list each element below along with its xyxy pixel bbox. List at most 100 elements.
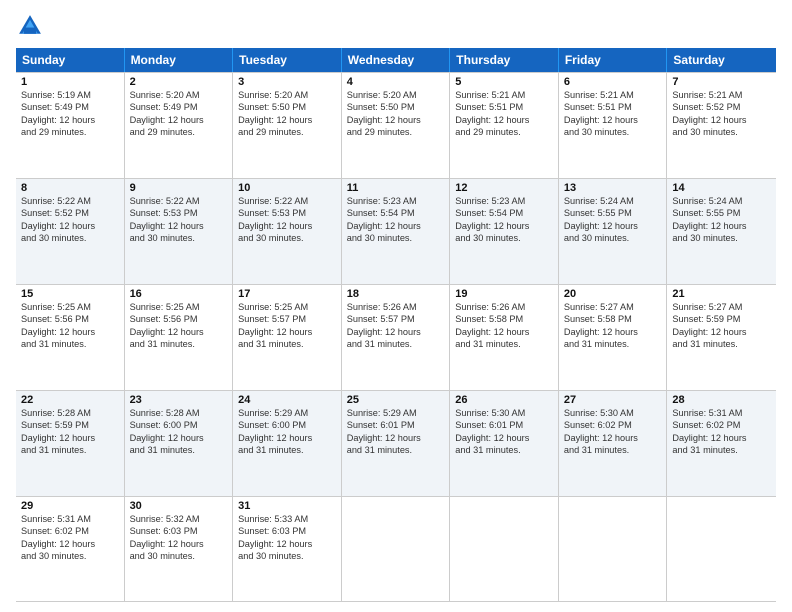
calendar-row-2: 8Sunrise: 5:22 AM Sunset: 5:52 PM Daylig…: [16, 178, 776, 284]
header: [16, 12, 776, 40]
day-cell-28: 28Sunrise: 5:31 AM Sunset: 6:02 PM Dayli…: [667, 391, 776, 496]
day-cell-16: 16Sunrise: 5:25 AM Sunset: 5:56 PM Dayli…: [125, 285, 234, 390]
day-cell-empty-4-4: [450, 497, 559, 601]
day-cell-30: 30Sunrise: 5:32 AM Sunset: 6:03 PM Dayli…: [125, 497, 234, 601]
day-number: 10: [238, 182, 336, 194]
weekday-header-friday: Friday: [559, 48, 668, 72]
day-info: Sunrise: 5:33 AM Sunset: 6:03 PM Dayligh…: [238, 513, 336, 563]
day-number: 24: [238, 394, 336, 406]
page: SundayMondayTuesdayWednesdayThursdayFrid…: [0, 0, 792, 612]
day-cell-5: 5Sunrise: 5:21 AM Sunset: 5:51 PM Daylig…: [450, 73, 559, 178]
day-number: 13: [564, 182, 662, 194]
day-number: 3: [238, 76, 336, 88]
day-info: Sunrise: 5:21 AM Sunset: 5:51 PM Dayligh…: [564, 89, 662, 139]
day-cell-empty-4-6: [667, 497, 776, 601]
day-cell-20: 20Sunrise: 5:27 AM Sunset: 5:58 PM Dayli…: [559, 285, 668, 390]
day-info: Sunrise: 5:31 AM Sunset: 6:02 PM Dayligh…: [672, 407, 771, 457]
day-number: 11: [347, 182, 445, 194]
day-cell-23: 23Sunrise: 5:28 AM Sunset: 6:00 PM Dayli…: [125, 391, 234, 496]
calendar: SundayMondayTuesdayWednesdayThursdayFrid…: [16, 48, 776, 602]
calendar-row-5: 29Sunrise: 5:31 AM Sunset: 6:02 PM Dayli…: [16, 496, 776, 602]
day-number: 4: [347, 76, 445, 88]
day-number: 22: [21, 394, 119, 406]
day-number: 21: [672, 288, 771, 300]
weekday-header-tuesday: Tuesday: [233, 48, 342, 72]
logo: [16, 12, 48, 40]
day-cell-24: 24Sunrise: 5:29 AM Sunset: 6:00 PM Dayli…: [233, 391, 342, 496]
calendar-row-3: 15Sunrise: 5:25 AM Sunset: 5:56 PM Dayli…: [16, 284, 776, 390]
day-cell-29: 29Sunrise: 5:31 AM Sunset: 6:02 PM Dayli…: [16, 497, 125, 601]
day-info: Sunrise: 5:30 AM Sunset: 6:02 PM Dayligh…: [564, 407, 662, 457]
day-info: Sunrise: 5:32 AM Sunset: 6:03 PM Dayligh…: [130, 513, 228, 563]
day-info: Sunrise: 5:27 AM Sunset: 5:59 PM Dayligh…: [672, 301, 771, 351]
day-info: Sunrise: 5:29 AM Sunset: 6:00 PM Dayligh…: [238, 407, 336, 457]
day-number: 30: [130, 500, 228, 512]
weekday-header-thursday: Thursday: [450, 48, 559, 72]
calendar-row-4: 22Sunrise: 5:28 AM Sunset: 5:59 PM Dayli…: [16, 390, 776, 496]
day-info: Sunrise: 5:22 AM Sunset: 5:52 PM Dayligh…: [21, 195, 119, 245]
day-cell-4: 4Sunrise: 5:20 AM Sunset: 5:50 PM Daylig…: [342, 73, 451, 178]
day-cell-31: 31Sunrise: 5:33 AM Sunset: 6:03 PM Dayli…: [233, 497, 342, 601]
logo-icon: [16, 12, 44, 40]
day-cell-2: 2Sunrise: 5:20 AM Sunset: 5:49 PM Daylig…: [125, 73, 234, 178]
day-info: Sunrise: 5:25 AM Sunset: 5:56 PM Dayligh…: [21, 301, 119, 351]
day-info: Sunrise: 5:21 AM Sunset: 5:51 PM Dayligh…: [455, 89, 553, 139]
day-cell-11: 11Sunrise: 5:23 AM Sunset: 5:54 PM Dayli…: [342, 179, 451, 284]
day-cell-empty-4-5: [559, 497, 668, 601]
day-info: Sunrise: 5:31 AM Sunset: 6:02 PM Dayligh…: [21, 513, 119, 563]
day-info: Sunrise: 5:24 AM Sunset: 5:55 PM Dayligh…: [672, 195, 771, 245]
day-cell-1: 1Sunrise: 5:19 AM Sunset: 5:49 PM Daylig…: [16, 73, 125, 178]
day-cell-6: 6Sunrise: 5:21 AM Sunset: 5:51 PM Daylig…: [559, 73, 668, 178]
day-cell-26: 26Sunrise: 5:30 AM Sunset: 6:01 PM Dayli…: [450, 391, 559, 496]
day-cell-25: 25Sunrise: 5:29 AM Sunset: 6:01 PM Dayli…: [342, 391, 451, 496]
day-info: Sunrise: 5:23 AM Sunset: 5:54 PM Dayligh…: [455, 195, 553, 245]
day-number: 7: [672, 76, 771, 88]
weekday-header-saturday: Saturday: [667, 48, 776, 72]
day-info: Sunrise: 5:26 AM Sunset: 5:58 PM Dayligh…: [455, 301, 553, 351]
day-number: 8: [21, 182, 119, 194]
day-info: Sunrise: 5:23 AM Sunset: 5:54 PM Dayligh…: [347, 195, 445, 245]
day-info: Sunrise: 5:29 AM Sunset: 6:01 PM Dayligh…: [347, 407, 445, 457]
day-cell-3: 3Sunrise: 5:20 AM Sunset: 5:50 PM Daylig…: [233, 73, 342, 178]
day-info: Sunrise: 5:19 AM Sunset: 5:49 PM Dayligh…: [21, 89, 119, 139]
day-info: Sunrise: 5:30 AM Sunset: 6:01 PM Dayligh…: [455, 407, 553, 457]
day-cell-15: 15Sunrise: 5:25 AM Sunset: 5:56 PM Dayli…: [16, 285, 125, 390]
day-info: Sunrise: 5:25 AM Sunset: 5:57 PM Dayligh…: [238, 301, 336, 351]
day-cell-12: 12Sunrise: 5:23 AM Sunset: 5:54 PM Dayli…: [450, 179, 559, 284]
day-cell-19: 19Sunrise: 5:26 AM Sunset: 5:58 PM Dayli…: [450, 285, 559, 390]
day-info: Sunrise: 5:28 AM Sunset: 5:59 PM Dayligh…: [21, 407, 119, 457]
day-number: 1: [21, 76, 119, 88]
day-number: 19: [455, 288, 553, 300]
day-number: 18: [347, 288, 445, 300]
day-info: Sunrise: 5:20 AM Sunset: 5:50 PM Dayligh…: [347, 89, 445, 139]
weekday-header-wednesday: Wednesday: [342, 48, 451, 72]
day-cell-9: 9Sunrise: 5:22 AM Sunset: 5:53 PM Daylig…: [125, 179, 234, 284]
day-cell-8: 8Sunrise: 5:22 AM Sunset: 5:52 PM Daylig…: [16, 179, 125, 284]
day-number: 2: [130, 76, 228, 88]
day-info: Sunrise: 5:20 AM Sunset: 5:49 PM Dayligh…: [130, 89, 228, 139]
calendar-header: SundayMondayTuesdayWednesdayThursdayFrid…: [16, 48, 776, 72]
day-number: 17: [238, 288, 336, 300]
day-number: 20: [564, 288, 662, 300]
day-cell-10: 10Sunrise: 5:22 AM Sunset: 5:53 PM Dayli…: [233, 179, 342, 284]
day-cell-13: 13Sunrise: 5:24 AM Sunset: 5:55 PM Dayli…: [559, 179, 668, 284]
weekday-header-monday: Monday: [125, 48, 234, 72]
day-cell-empty-4-3: [342, 497, 451, 601]
day-cell-18: 18Sunrise: 5:26 AM Sunset: 5:57 PM Dayli…: [342, 285, 451, 390]
day-cell-22: 22Sunrise: 5:28 AM Sunset: 5:59 PM Dayli…: [16, 391, 125, 496]
day-info: Sunrise: 5:22 AM Sunset: 5:53 PM Dayligh…: [130, 195, 228, 245]
day-info: Sunrise: 5:27 AM Sunset: 5:58 PM Dayligh…: [564, 301, 662, 351]
day-number: 12: [455, 182, 553, 194]
day-cell-7: 7Sunrise: 5:21 AM Sunset: 5:52 PM Daylig…: [667, 73, 776, 178]
day-info: Sunrise: 5:26 AM Sunset: 5:57 PM Dayligh…: [347, 301, 445, 351]
day-info: Sunrise: 5:20 AM Sunset: 5:50 PM Dayligh…: [238, 89, 336, 139]
day-number: 25: [347, 394, 445, 406]
weekday-header-sunday: Sunday: [16, 48, 125, 72]
day-number: 31: [238, 500, 336, 512]
day-info: Sunrise: 5:28 AM Sunset: 6:00 PM Dayligh…: [130, 407, 228, 457]
day-number: 23: [130, 394, 228, 406]
day-number: 28: [672, 394, 771, 406]
day-cell-17: 17Sunrise: 5:25 AM Sunset: 5:57 PM Dayli…: [233, 285, 342, 390]
calendar-row-1: 1Sunrise: 5:19 AM Sunset: 5:49 PM Daylig…: [16, 72, 776, 178]
day-info: Sunrise: 5:21 AM Sunset: 5:52 PM Dayligh…: [672, 89, 771, 139]
